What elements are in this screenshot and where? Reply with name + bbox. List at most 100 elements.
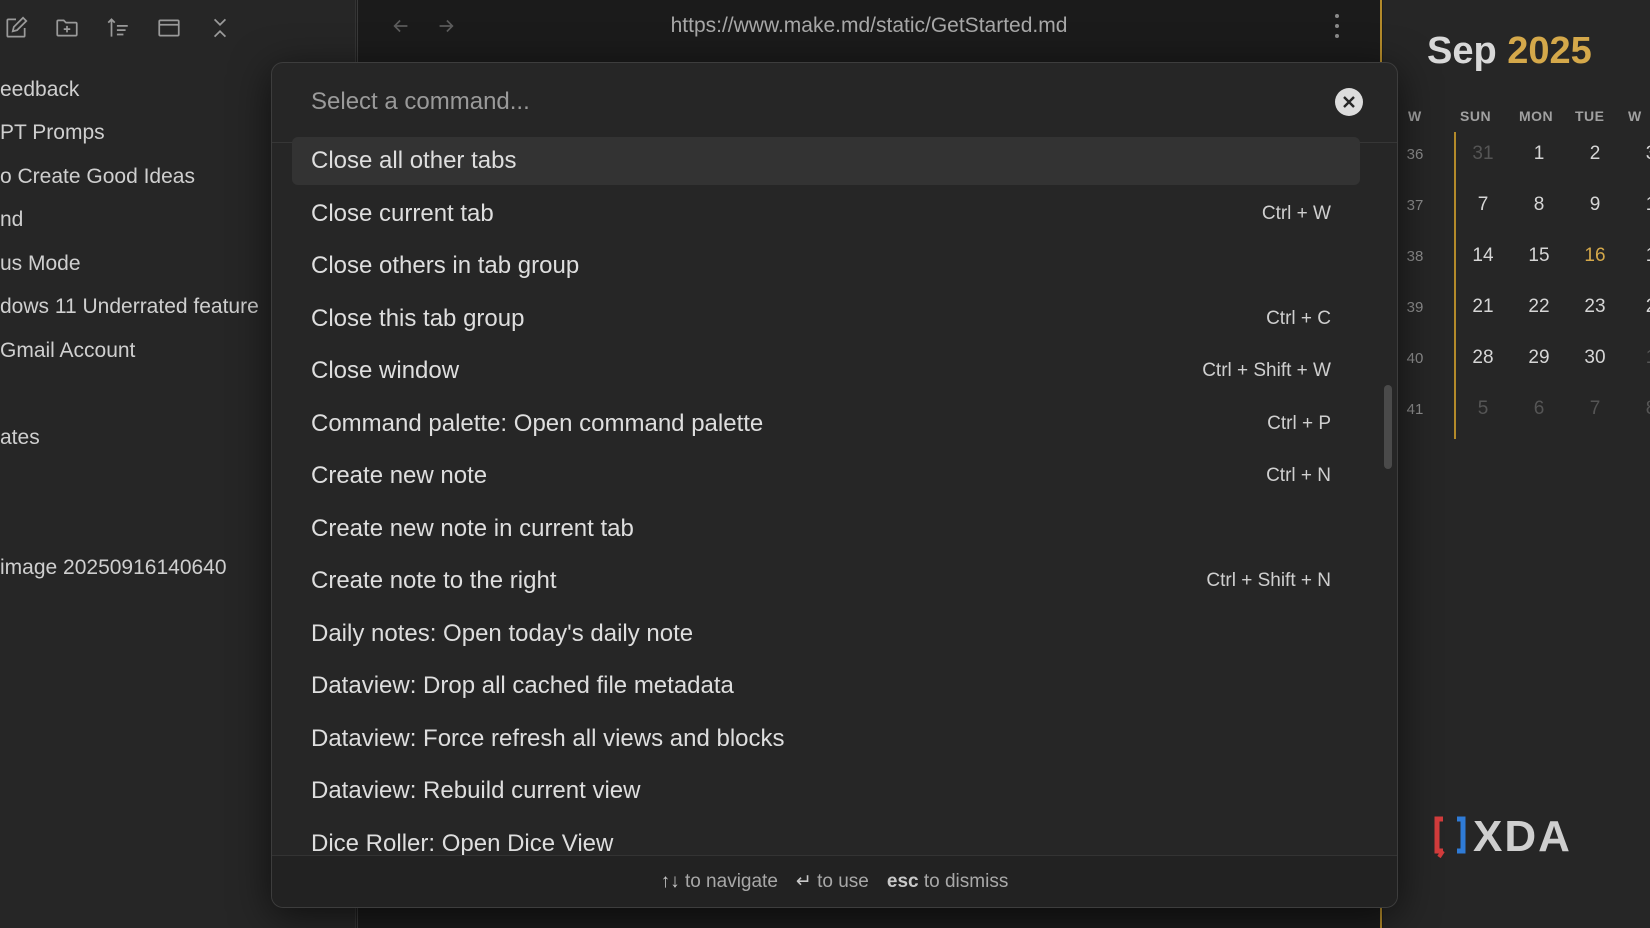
calendar-day[interactable]: 7 bbox=[1575, 398, 1615, 420]
command-label: Dice Roller: Open Dice View bbox=[311, 829, 614, 857]
command-hotkey: Ctrl + N bbox=[1266, 465, 1331, 486]
calendar-day[interactable]: 9 bbox=[1575, 194, 1615, 216]
command-item[interactable]: Create new note in current tab bbox=[292, 505, 1360, 553]
calendar-day[interactable]: 21 bbox=[1463, 296, 1503, 318]
command-list-scrollbar[interactable] bbox=[1384, 385, 1392, 469]
command-item[interactable]: Create note to the right Ctrl + Shift + N bbox=[292, 557, 1360, 605]
week-column-divider bbox=[1454, 132, 1456, 439]
calendar-day[interactable]: 7 bbox=[1463, 194, 1503, 216]
file-item[interactable]: ates bbox=[0, 426, 272, 450]
file-item[interactable]: eedback bbox=[0, 78, 272, 102]
close-palette-button[interactable] bbox=[1335, 88, 1363, 116]
command-label: Create new note in current tab bbox=[311, 514, 634, 542]
command-label: Close current tab bbox=[311, 199, 494, 227]
file-item[interactable]: nd bbox=[0, 208, 272, 232]
command-label: Dataview: Rebuild current view bbox=[311, 777, 641, 804]
calendar-day[interactable]: 2 bbox=[1575, 143, 1615, 165]
calendar-day[interactable]: 28 bbox=[1463, 347, 1503, 369]
calendar-weekday-header: MON bbox=[1519, 108, 1554, 124]
calendar-month[interactable]: Sep bbox=[1427, 30, 1497, 72]
calendar-day[interactable]: 16 bbox=[1575, 245, 1615, 267]
command-item[interactable]: Close window Ctrl + Shift + W bbox=[292, 347, 1360, 395]
esc-key: esc bbox=[886, 870, 919, 892]
calendar-day[interactable]: 8 bbox=[1631, 398, 1650, 420]
calendar-day[interactable]: 30 bbox=[1575, 347, 1615, 369]
calendar-day[interactable]: 6 bbox=[1519, 398, 1559, 420]
calendar-year[interactable]: 2025 bbox=[1507, 30, 1592, 72]
file-item[interactable]: us Mode bbox=[0, 252, 272, 276]
command-hotkey: Ctrl + Shift + W bbox=[1202, 360, 1331, 381]
calendar-day[interactable]: 1 bbox=[1631, 245, 1650, 267]
calendar-day[interactable]: 1 bbox=[1631, 194, 1650, 216]
close-icon[interactable] bbox=[204, 12, 235, 43]
sort-icon[interactable] bbox=[102, 12, 133, 43]
command-search-input[interactable] bbox=[311, 81, 1291, 123]
calendar-day[interactable]: 2 bbox=[1631, 296, 1650, 318]
command-item[interactable]: Dataview: Force refresh all views and bl… bbox=[292, 715, 1360, 763]
command-palette: Close all other tabs Close current tab Ctr… bbox=[271, 62, 1398, 908]
navigate-text: to navigate bbox=[684, 870, 778, 892]
calendar-day[interactable]: 14 bbox=[1463, 245, 1503, 267]
dismiss-text: to dismiss bbox=[923, 870, 1009, 892]
file-item[interactable]: image 20250916140640 bbox=[0, 556, 272, 580]
xda-logo-icon bbox=[1434, 816, 1466, 859]
calendar-day[interactable]: 1 bbox=[1631, 347, 1650, 369]
command-item[interactable]: Create new note Ctrl + N bbox=[292, 452, 1360, 500]
command-item[interactable]: Close others in tab group bbox=[292, 242, 1360, 290]
calendar-weekday-header: SUN bbox=[1460, 108, 1492, 124]
calendar-week-number[interactable]: 40 bbox=[1400, 350, 1430, 367]
calendar-day[interactable]: 22 bbox=[1519, 296, 1559, 318]
file-item[interactable]: Gmail Account bbox=[0, 339, 272, 363]
calendar-day[interactable]: 5 bbox=[1463, 398, 1503, 420]
command-item[interactable]: Daily notes: Open today's daily note bbox=[292, 610, 1360, 658]
calendar-weekday-header: W bbox=[1628, 108, 1642, 124]
collapse-icon[interactable] bbox=[153, 12, 184, 43]
file-item[interactable]: dows 11 Underrated feature bbox=[0, 295, 272, 319]
more-options-icon[interactable] bbox=[1332, 14, 1342, 38]
calendar-day[interactable]: 29 bbox=[1519, 347, 1559, 369]
file-item[interactable]: PT Promps bbox=[0, 121, 272, 145]
calendar-week-number[interactable]: 38 bbox=[1400, 248, 1430, 265]
calendar-weekday-header: W bbox=[1408, 108, 1422, 124]
new-note-icon[interactable] bbox=[0, 12, 31, 43]
command-item[interactable]: Close this tab group Ctrl + C bbox=[292, 295, 1360, 343]
command-item[interactable]: Close current tab Ctrl + W bbox=[292, 190, 1360, 238]
new-folder-icon[interactable] bbox=[51, 12, 82, 43]
calendar-panel: Sep 2025 WSUNMONTUEW36311233778913814151… bbox=[1383, 0, 1650, 928]
command-label: Close window bbox=[311, 357, 460, 384]
command-label: Create new note bbox=[311, 462, 488, 489]
palette-footer: ↑↓ to navigate ↵ to use esc to dismiss bbox=[272, 855, 1397, 907]
calendar-day[interactable]: 23 bbox=[1575, 296, 1615, 318]
command-item[interactable]: Dataview: Rebuild current view bbox=[292, 767, 1360, 815]
calendar-week-number[interactable]: 36 bbox=[1400, 146, 1430, 163]
calendar-week-number[interactable]: 41 bbox=[1400, 401, 1430, 418]
page-url: https://www.make.md/static/GetStarted.md bbox=[670, 14, 1068, 37]
command-label: Close all other tabs bbox=[311, 147, 517, 174]
command-label: Command palette: Open command palette bbox=[311, 409, 764, 437]
command-label: Dataview: Force refresh all views and bl… bbox=[311, 724, 785, 752]
command-list: Close all other tabs Close current tab Ctr… bbox=[272, 137, 1397, 907]
command-label: Create note to the right bbox=[311, 567, 557, 594]
xda-watermark: XDA bbox=[1433, 812, 1572, 862]
calendar-title: Sep 2025 bbox=[1427, 30, 1592, 73]
xda-watermark-text: XDA bbox=[1473, 812, 1572, 861]
calendar-day[interactable]: 3 bbox=[1631, 143, 1650, 165]
calendar-day[interactable]: 15 bbox=[1519, 245, 1559, 267]
calendar-day[interactable]: 31 bbox=[1463, 143, 1503, 165]
command-item[interactable]: Dataview: Drop all cached file metadata bbox=[292, 662, 1360, 710]
calendar-day[interactable]: 8 bbox=[1519, 194, 1559, 216]
file-item[interactable]: o Create Good Ideas bbox=[0, 165, 272, 189]
command-label: Dataview: Drop all cached file metadata bbox=[311, 672, 734, 699]
calendar-week-number[interactable]: 39 bbox=[1400, 299, 1430, 316]
calendar-week-number[interactable]: 37 bbox=[1400, 197, 1430, 214]
command-item[interactable]: Close all other tabs bbox=[292, 137, 1360, 185]
command-hotkey: Ctrl + W bbox=[1261, 202, 1331, 224]
enter-key-icon: ↵ bbox=[795, 871, 812, 892]
command-label: Daily notes: Open today's daily note bbox=[311, 619, 694, 647]
command-item[interactable]: Command palette: Open command palette Ctr… bbox=[292, 400, 1360, 448]
use-text: to use bbox=[817, 871, 869, 892]
calendar-day[interactable]: 1 bbox=[1519, 143, 1559, 165]
command-hotkey: Ctrl + C bbox=[1266, 307, 1331, 329]
dismiss-hint: esc to dismiss bbox=[887, 871, 1008, 893]
close-x-icon bbox=[1343, 96, 1355, 108]
